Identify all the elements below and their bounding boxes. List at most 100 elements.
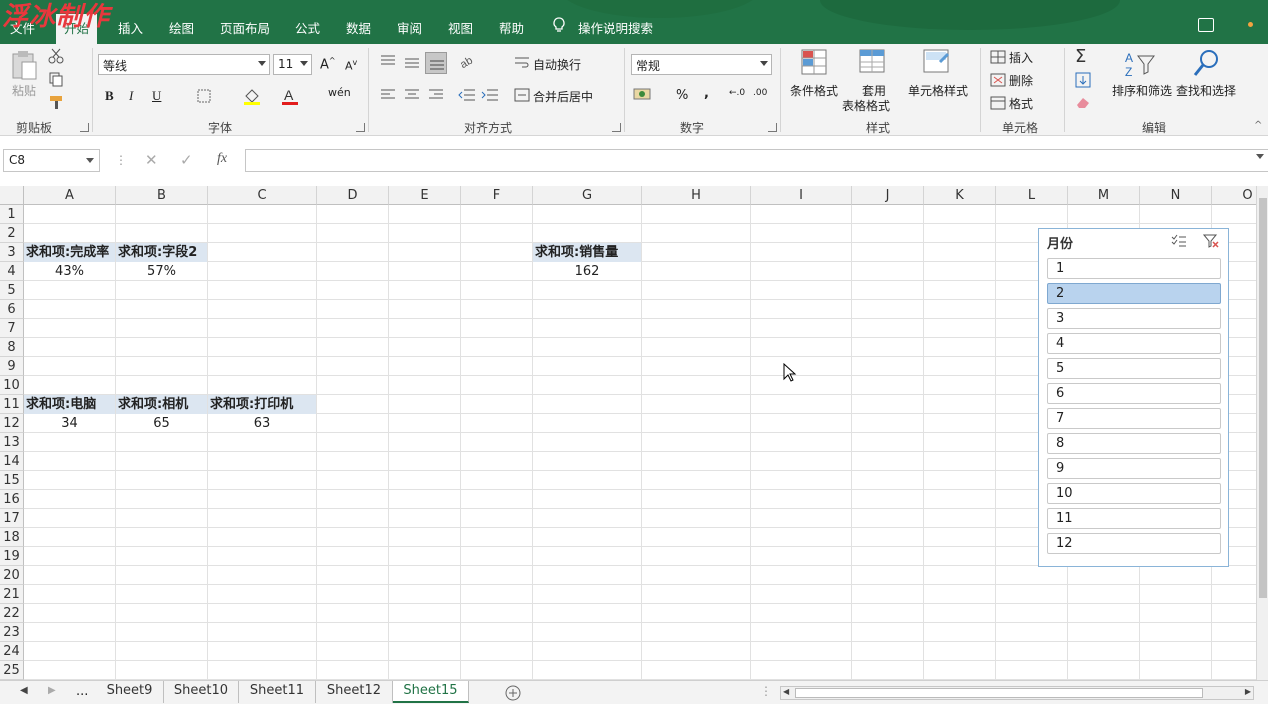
name-box[interactable]: C8 [3,149,100,172]
row-header-4[interactable]: 4 [0,262,24,281]
orientation-icon[interactable]: ab [458,54,478,70]
insert-cells-button[interactable]: 插入 [1009,49,1033,66]
add-sheet-icon[interactable] [505,685,521,701]
column-header-K[interactable]: K [924,186,996,205]
clear-icon[interactable] [1075,95,1091,109]
slicer-item-7[interactable]: 7 [1047,408,1221,429]
formula-input[interactable] [245,149,1268,172]
align-left-icon[interactable] [380,88,396,102]
row-header-18[interactable]: 18 [0,528,24,547]
merge-center-button[interactable]: 合并后居中 [533,88,593,105]
row-header-8[interactable]: 8 [0,338,24,357]
row-header-17[interactable]: 17 [0,509,24,528]
select-all-corner[interactable] [0,186,24,205]
column-header-A[interactable]: A [24,186,116,205]
tab-page-layout[interactable]: 页面布局 [220,18,270,37]
row-header-5[interactable]: 5 [0,281,24,300]
cut-icon[interactable] [48,48,64,64]
align-right-icon[interactable] [428,88,444,102]
paste-icon[interactable] [10,50,40,82]
increase-decimal-icon[interactable]: ←.0 [729,88,745,98]
format-table-icon[interactable] [858,48,888,78]
tab-data[interactable]: 数据 [346,18,371,37]
sheet-tab-sheet15[interactable]: Sheet15 [393,681,469,703]
cell-G3[interactable]: 求和项:销售量 [533,243,641,262]
slicer-item-11[interactable]: 11 [1047,508,1221,529]
conditional-format-button[interactable]: 条件格式 [790,82,838,99]
row-header-3[interactable]: 3 [0,243,24,262]
multi-select-icon[interactable] [1171,234,1187,248]
scroll-right-icon[interactable]: ▶ [1245,687,1251,696]
collapse-ribbon-icon[interactable]: ^ [1254,120,1262,131]
row-header-19[interactable]: 19 [0,547,24,566]
clipboard-launcher-icon[interactable] [80,123,89,132]
more-sheets-button[interactable]: ... [76,684,88,699]
sheet-tab-sheet9[interactable]: Sheet9 [96,681,164,703]
font-size-select[interactable]: 11 [273,54,312,75]
column-header-D[interactable]: D [317,186,389,205]
fill-color-icon[interactable] [242,86,262,106]
underline-button[interactable]: U [152,88,161,104]
cancel-icon[interactable]: ✕ [145,151,158,169]
column-header-H[interactable]: H [642,186,751,205]
row-header-25[interactable]: 25 [0,661,24,680]
slicer-item-9[interactable]: 9 [1047,458,1221,479]
wrap-text-button[interactable]: 自动换行 [533,56,581,73]
column-header-N[interactable]: N [1140,186,1212,205]
enter-icon[interactable]: ✓ [180,151,193,169]
alignment-launcher-icon[interactable] [612,123,621,132]
font-launcher-icon[interactable] [356,123,365,132]
row-header-20[interactable]: 20 [0,566,24,585]
cell-A12[interactable]: 34 [24,414,115,433]
comma-button[interactable]: , [704,86,709,101]
row-header-1[interactable]: 1 [0,205,24,224]
slicer-item-4[interactable]: 4 [1047,333,1221,354]
bold-button[interactable]: B [105,88,114,104]
tab-insert[interactable]: 插入 [118,18,143,37]
percent-button[interactable]: % [676,88,688,103]
column-header-J[interactable]: J [852,186,924,205]
scroll-left-icon[interactable]: ◀ [783,687,789,696]
slicer-item-3[interactable]: 3 [1047,308,1221,329]
tab-draw[interactable]: 绘图 [169,18,194,37]
column-header-I[interactable]: I [751,186,852,205]
number-launcher-icon[interactable] [768,123,777,132]
column-header-L[interactable]: L [996,186,1068,205]
horizontal-scroll-thumb[interactable] [795,688,1203,698]
tab-view[interactable]: 视图 [448,18,473,37]
sheet-tab-sheet11[interactable]: Sheet11 [239,681,316,703]
number-format-select[interactable]: 常规 [631,54,772,75]
slicer-item-12[interactable]: 12 [1047,533,1221,554]
decrease-decimal-icon[interactable]: .00 [753,88,767,98]
align-middle-icon[interactable] [404,56,420,70]
align-bottom-button[interactable] [425,52,447,74]
slicer-item-1[interactable]: 1 [1047,258,1221,279]
cell-A4[interactable]: 43% [24,262,115,281]
font-color-icon[interactable]: A [281,86,299,106]
prev-sheet-icon[interactable]: ◀ [20,685,28,696]
accounting-format-icon[interactable] [633,86,653,104]
cell-B12[interactable]: 65 [116,414,207,433]
row-header-13[interactable]: 13 [0,433,24,452]
cell-B3[interactable]: 求和项:字段2 [116,243,207,262]
row-header-7[interactable]: 7 [0,319,24,338]
find-select-button[interactable]: 查找和选择 [1176,82,1236,99]
align-top-icon[interactable] [380,54,396,68]
delete-cells-button[interactable]: 删除 [1009,72,1033,89]
slicer-item-5[interactable]: 5 [1047,358,1221,379]
row-header-22[interactable]: 22 [0,604,24,623]
column-header-M[interactable]: M [1068,186,1140,205]
row-header-11[interactable]: 11 [0,395,24,414]
insert-function-button[interactable]: fx [217,151,227,167]
decrease-indent-icon[interactable] [458,88,476,102]
sort-filter-button[interactable]: 排序和筛选 [1112,82,1172,99]
autosum-icon[interactable]: Σ [1075,46,1086,67]
cell-styles-button[interactable]: 单元格样式 [908,82,968,99]
row-header-14[interactable]: 14 [0,452,24,471]
comment-icon[interactable] [1198,18,1214,32]
expand-formula-icon[interactable] [1256,154,1264,159]
month-slicer[interactable]: 月份 1 2 3 4 5 6 7 8 9 10 11 12 [1038,228,1229,567]
format-painter-icon[interactable] [48,94,66,110]
vertical-scrollbar[interactable] [1256,186,1268,680]
column-header-E[interactable]: E [389,186,461,205]
